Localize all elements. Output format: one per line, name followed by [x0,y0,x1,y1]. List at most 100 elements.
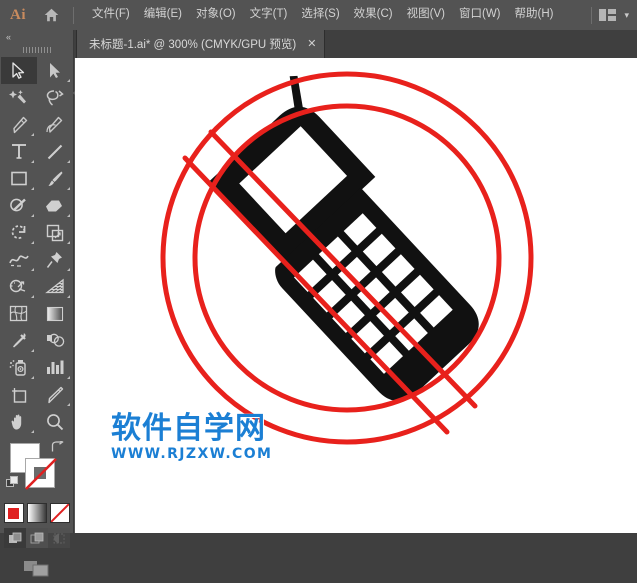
magic-wand-icon [9,89,26,103]
tool-selection[interactable] [0,57,37,84]
tool-width[interactable] [1,246,37,273]
draw-inside[interactable] [47,528,70,548]
mode-color[interactable] [3,503,24,523]
tool-flyout-indicator [66,268,70,271]
panel-drag-handle[interactable] [0,44,73,56]
mesh-icon [9,305,28,322]
tool-blend[interactable] [37,327,73,354]
tool-flyout-indicator [66,160,70,163]
collapse-panel-icon[interactable]: « [0,30,73,44]
document-tab-bar: 未标题-1.ai* @ 300% (CMYK/GPU 预览) ✕ [0,30,637,58]
screen-mode-button[interactable] [23,558,51,583]
draw-normal-icon [8,532,21,543]
tool-scale[interactable] [37,219,73,246]
tool-slice[interactable] [37,381,73,408]
document-tab-title: 未标题-1.ai* @ 300% (CMYK/GPU 预览) [89,39,297,51]
draw-behind-icon [30,532,43,543]
workspace-separator [591,6,593,24]
tool-magic-wand[interactable] [1,84,37,111]
menu-separator [73,6,74,24]
mode-none[interactable] [49,503,70,523]
chevron-down-icon[interactable]: ▾ [624,10,629,20]
tool-free-transform[interactable] [37,246,73,273]
pushpin-icon [46,251,62,268]
tool-flyout-indicator [30,349,34,352]
eyedropper-icon [12,332,26,347]
tool-rectangle[interactable] [1,165,37,192]
menu-object[interactable]: 对象(O) [189,5,243,25]
tool-lasso[interactable] [37,84,73,111]
tool-direct-selection[interactable] [37,57,73,84]
tool-symbol-sprayer[interactable] [1,354,37,381]
arrow-cursor-icon [12,62,25,79]
tool-type[interactable] [1,138,37,165]
tool-shape-builder[interactable] [1,273,37,300]
menu-view[interactable]: 视图(V) [400,5,452,25]
menu-type[interactable]: 文字(T) [243,5,295,25]
default-fill-stroke-icon[interactable] [6,476,19,489]
menu-item-list: 文件(F) 编辑(E) 对象(O) 文字(T) 选择(S) 效果(C) 视图(V… [85,5,560,25]
tool-curvature[interactable] [37,111,73,138]
tool-eraser[interactable] [37,192,73,219]
gradient-icon [46,306,63,321]
draw-normal[interactable] [3,528,26,548]
paint-mode-row [0,503,73,523]
rectangle-icon [10,171,27,186]
menu-edit[interactable]: 编辑(E) [137,5,189,25]
close-icon[interactable]: ✕ [307,38,316,50]
screen-mode-row [0,558,73,583]
tool-perspective-grid[interactable] [37,273,73,300]
tool-line-segment[interactable] [37,138,73,165]
tool-flyout-indicator [30,376,34,379]
menu-help[interactable]: 帮助(H) [508,5,561,25]
draw-behind[interactable] [25,528,48,548]
magnifier-icon [46,413,63,430]
tool-pen[interactable] [1,111,37,138]
type-T-icon [11,144,26,159]
document-tab[interactable]: 未标题-1.ai* @ 300% (CMYK/GPU 预览) ✕ [76,30,326,58]
tool-column-graph[interactable] [37,354,73,381]
lasso-icon [46,89,64,106]
tool-hand[interactable] [1,408,37,435]
symbol-sprayer-icon [9,359,26,376]
stroke-swatch[interactable] [25,458,57,490]
menu-effect[interactable]: 效果(C) [347,5,400,25]
tool-eyedropper[interactable] [1,327,37,354]
tool-flyout-indicator [30,241,34,244]
tool-flyout-indicator [30,214,34,217]
tool-artboard[interactable] [1,381,37,408]
tools-panel: « [0,30,74,577]
tool-paintbrush[interactable] [37,165,73,192]
menu-file[interactable]: 文件(F) [85,5,137,25]
shape-builder-icon [9,279,25,293]
hand-icon [11,414,21,429]
workspace-layout-icon [599,9,617,21]
artwork-no-phone-sign [160,71,534,445]
tool-flyout-indicator [66,214,70,217]
swap-fill-stroke-icon[interactable] [51,439,64,455]
eraser-icon [46,200,62,211]
width-warp-icon [8,254,29,267]
tool-flyout-indicator [66,295,70,298]
tool-shaper[interactable] [1,192,37,219]
perspective-grid-icon [44,278,64,294]
workspace-switcher[interactable]: ▾ [584,6,637,24]
fill-stroke-swatches [0,439,74,501]
document-canvas[interactable]: 软件自学网 WWW.RJZXW.COM [75,58,637,533]
home-icon[interactable] [36,8,66,22]
menu-select[interactable]: 选择(S) [294,5,346,25]
tool-gradient[interactable] [37,300,73,327]
menu-window[interactable]: 窗口(W) [452,5,508,25]
tool-flyout-indicator [66,241,70,244]
tool-rotate[interactable] [1,219,37,246]
paintbrush-icon [48,171,62,186]
tool-flyout-indicator [30,268,34,271]
tool-zoom[interactable] [37,408,73,435]
line-segment-icon [47,144,62,159]
tool-mesh[interactable] [1,300,37,327]
blend-icon [46,333,64,347]
mode-gradient[interactable] [26,503,47,523]
app-logo: Ai [10,6,26,23]
white-arrow-icon [50,63,60,78]
tool-flyout-indicator [30,133,34,136]
